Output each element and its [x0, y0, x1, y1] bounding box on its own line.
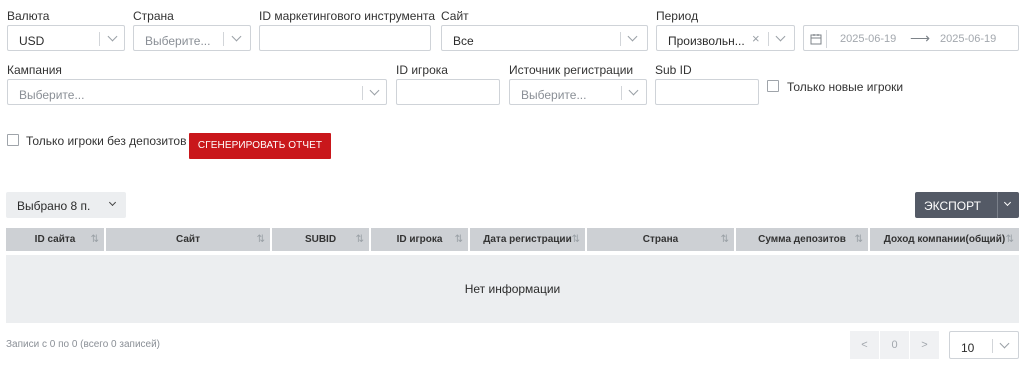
column-header-player-id[interactable]: ID игрока ⇅	[371, 228, 470, 251]
select-divider	[768, 32, 769, 46]
sort-icon[interactable]: ⇅	[91, 228, 99, 251]
page-size-value: 10	[961, 341, 975, 355]
column-header-label: ID игрока	[396, 234, 443, 245]
campaign-placeholder: Выберите...	[19, 88, 85, 102]
column-header-site-id[interactable]: ID сайта ⇅	[6, 228, 106, 251]
sort-icon[interactable]: ⇅	[572, 228, 580, 251]
table-header: ID сайта ⇅ Сайт ⇅ SUBID ⇅ ID игрока ⇅ Да…	[6, 228, 1019, 251]
only-new-players-label: Только новые игроки	[787, 80, 904, 94]
marketing-id-input[interactable]	[259, 25, 431, 51]
column-header-label: Дата регистрации	[483, 234, 572, 245]
column-header-label: Доход компании(общий)	[883, 234, 1006, 245]
sort-icon[interactable]: ⇅	[721, 228, 729, 251]
export-label: ЭКСПОРТ	[924, 199, 981, 213]
chevron-down-icon	[108, 198, 117, 207]
generate-report-button[interactable]: Сгенерировать отчет	[189, 133, 331, 159]
only-new-players-checkbox[interactable]	[767, 80, 779, 92]
chevron-down-icon	[369, 85, 380, 96]
currency-label: Валюта	[7, 9, 50, 23]
currency-value: USD	[19, 34, 45, 48]
prev-page-button[interactable]: <	[850, 331, 879, 359]
export-divider	[997, 192, 998, 218]
country-label: Страна	[133, 9, 174, 23]
page-size-select[interactable]: 10	[949, 331, 1019, 359]
column-header-subid[interactable]: SUBID ⇅	[272, 228, 371, 251]
country-select[interactable]: Выберите...	[133, 25, 251, 51]
select-divider	[362, 86, 363, 100]
column-selector-label: Выбрано 8 п.	[17, 199, 91, 213]
campaign-select[interactable]: Выберите...	[7, 79, 387, 105]
column-header-company-income[interactable]: Доход компании(общий) ⇅	[870, 228, 1019, 251]
column-selector-button[interactable]: Выбрано 8 п.	[6, 192, 126, 218]
only-no-deposit-label: Только игроки без депозитов	[26, 134, 187, 148]
column-header-label: SUBID	[304, 234, 337, 245]
select-divider	[223, 32, 224, 46]
clear-icon[interactable]: ×	[752, 31, 760, 46]
player-id-label: ID игрока	[396, 63, 448, 77]
chevron-down-icon	[107, 31, 118, 42]
column-header-label: ID сайта	[34, 234, 76, 245]
period-value: Произвольн...	[668, 34, 745, 48]
select-divider	[99, 32, 100, 46]
chevron-down-icon	[628, 85, 639, 96]
sort-icon[interactable]: ⇅	[455, 228, 463, 251]
campaign-label: Кампания	[7, 63, 62, 77]
column-header-country[interactable]: Страна ⇅	[587, 228, 736, 251]
current-page: 0	[880, 331, 909, 359]
site-select[interactable]: Все	[441, 25, 648, 51]
column-header-deposit-sum[interactable]: Сумма депозитов ⇅	[736, 228, 870, 251]
site-value: Все	[453, 34, 474, 48]
sort-icon[interactable]: ⇅	[356, 228, 364, 251]
reg-source-placeholder: Выберите...	[521, 88, 587, 102]
date-from[interactable]: 2025-06-19	[840, 33, 896, 45]
next-page-button[interactable]: >	[910, 331, 939, 359]
only-no-deposit-checkbox[interactable]	[7, 134, 19, 146]
records-info: Записи с 0 по 0 (всего 0 записей)	[6, 339, 161, 350]
chevron-down-icon	[775, 31, 786, 42]
arrow-right-icon: ⟶	[910, 30, 931, 46]
column-header-reg-date[interactable]: Дата регистрации ⇅	[470, 228, 587, 251]
site-label: Сайт	[441, 9, 469, 23]
player-id-input[interactable]	[396, 79, 500, 105]
table-empty-state: Нет информации	[6, 255, 1019, 323]
select-divider	[621, 86, 622, 100]
date-to[interactable]: 2025-06-19	[940, 33, 996, 45]
sort-icon[interactable]: ⇅	[1006, 228, 1014, 251]
reg-source-select[interactable]: Выберите...	[509, 79, 647, 105]
sub-id-label: Sub ID	[655, 63, 692, 77]
country-placeholder: Выберите...	[145, 34, 211, 48]
column-header-site[interactable]: Сайт ⇅	[106, 228, 272, 251]
period-label: Период	[656, 9, 699, 23]
reg-source-label: Источник регистрации	[509, 63, 634, 77]
column-header-label: Сайт	[176, 234, 200, 245]
column-header-label: Сумма депозитов	[758, 234, 846, 245]
chevron-down-icon	[627, 31, 638, 42]
export-button[interactable]: ЭКСПОРТ	[915, 192, 1019, 218]
sort-icon[interactable]: ⇅	[855, 228, 863, 251]
currency-select[interactable]: USD	[7, 25, 125, 51]
select-divider	[992, 339, 993, 353]
calendar-icon	[810, 34, 822, 45]
sort-icon[interactable]: ⇅	[257, 228, 265, 251]
date-range-picker[interactable]: 2025-06-19 ⟶ 2025-06-19	[803, 25, 1019, 51]
period-select[interactable]: Произвольн... ×	[656, 25, 795, 51]
chevron-down-icon	[999, 338, 1010, 349]
select-divider	[620, 32, 621, 46]
marketing-id-label: ID маркетингового инструмента	[259, 9, 436, 23]
date-divider	[826, 30, 827, 48]
chevron-down-icon	[231, 31, 242, 42]
column-header-label: Страна	[642, 234, 679, 245]
chevron-down-icon[interactable]	[1003, 198, 1012, 207]
sub-id-input[interactable]	[655, 79, 759, 105]
